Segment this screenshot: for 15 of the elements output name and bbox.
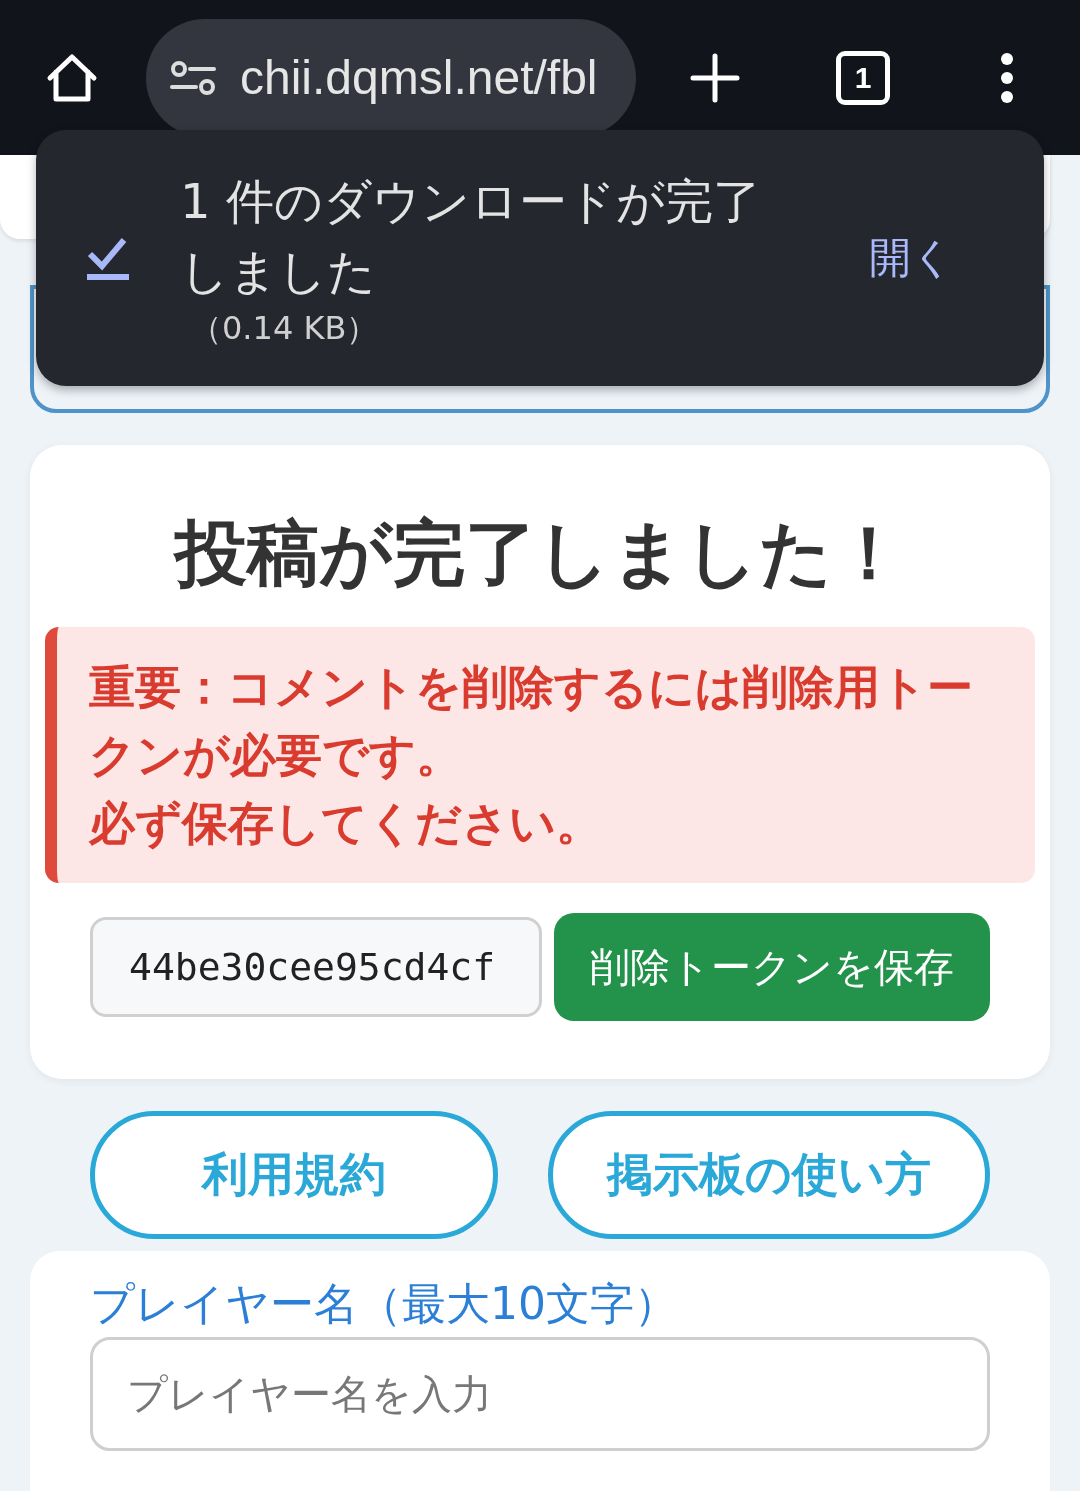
tab-count-button[interactable]: 1 bbox=[836, 50, 890, 105]
menu-icon[interactable] bbox=[1000, 51, 1014, 104]
player-name-label: プレイヤー名（最大10文字） bbox=[90, 1277, 679, 1331]
save-token-button[interactable]: 削除トークンを保存 bbox=[554, 913, 990, 1021]
file-size: （0.14 KB） bbox=[190, 308, 380, 349]
new-tab-icon[interactable] bbox=[690, 52, 740, 103]
token-field[interactable]: 44be30cee95cd4cf bbox=[90, 917, 542, 1017]
warning-text: 重要：コメントを削除するには削除用トークンが必要です。 bbox=[89, 659, 974, 784]
toast-message: 1 件のダウンロードが完了しました bbox=[180, 172, 762, 301]
warning-text: 必ず保存してください。 bbox=[89, 795, 603, 852]
success-title: 投稿が完了しました！ bbox=[172, 517, 906, 589]
site-settings-icon[interactable] bbox=[170, 59, 216, 96]
url-text: chii.dqmsl.net/fbl bbox=[240, 50, 598, 105]
open-button[interactable]: 開く bbox=[869, 230, 954, 286]
player-name-field[interactable]: プレイヤー名を入力 bbox=[90, 1337, 990, 1451]
